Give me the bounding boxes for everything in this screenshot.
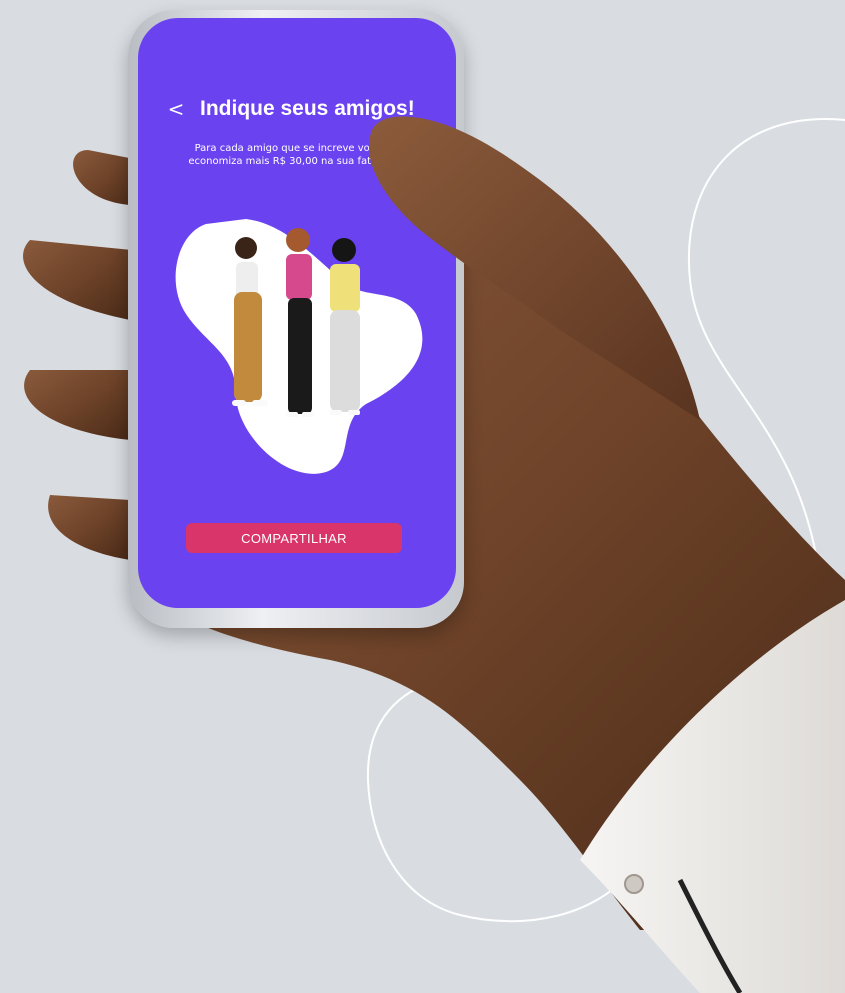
back-button[interactable]: < xyxy=(164,94,188,124)
share-button-label: COMPARTILHAR xyxy=(241,530,347,546)
marketing-scene: < Indique seus amigos! Para cada amigo q… xyxy=(0,0,845,993)
person-middle xyxy=(286,228,314,417)
app-screen: < Indique seus amigos! Para cada amigo q… xyxy=(138,18,456,608)
person-right xyxy=(330,238,360,415)
friends-illustration xyxy=(175,219,423,474)
share-button[interactable]: COMPARTILHAR xyxy=(186,523,402,553)
referral-description: Para cada amigo que se increve você econ… xyxy=(188,143,388,167)
page-title: Indique seus amigos! xyxy=(200,97,415,120)
chevron-left-icon: < xyxy=(167,97,185,121)
app-header: < Indique seus amigos! xyxy=(138,94,456,124)
